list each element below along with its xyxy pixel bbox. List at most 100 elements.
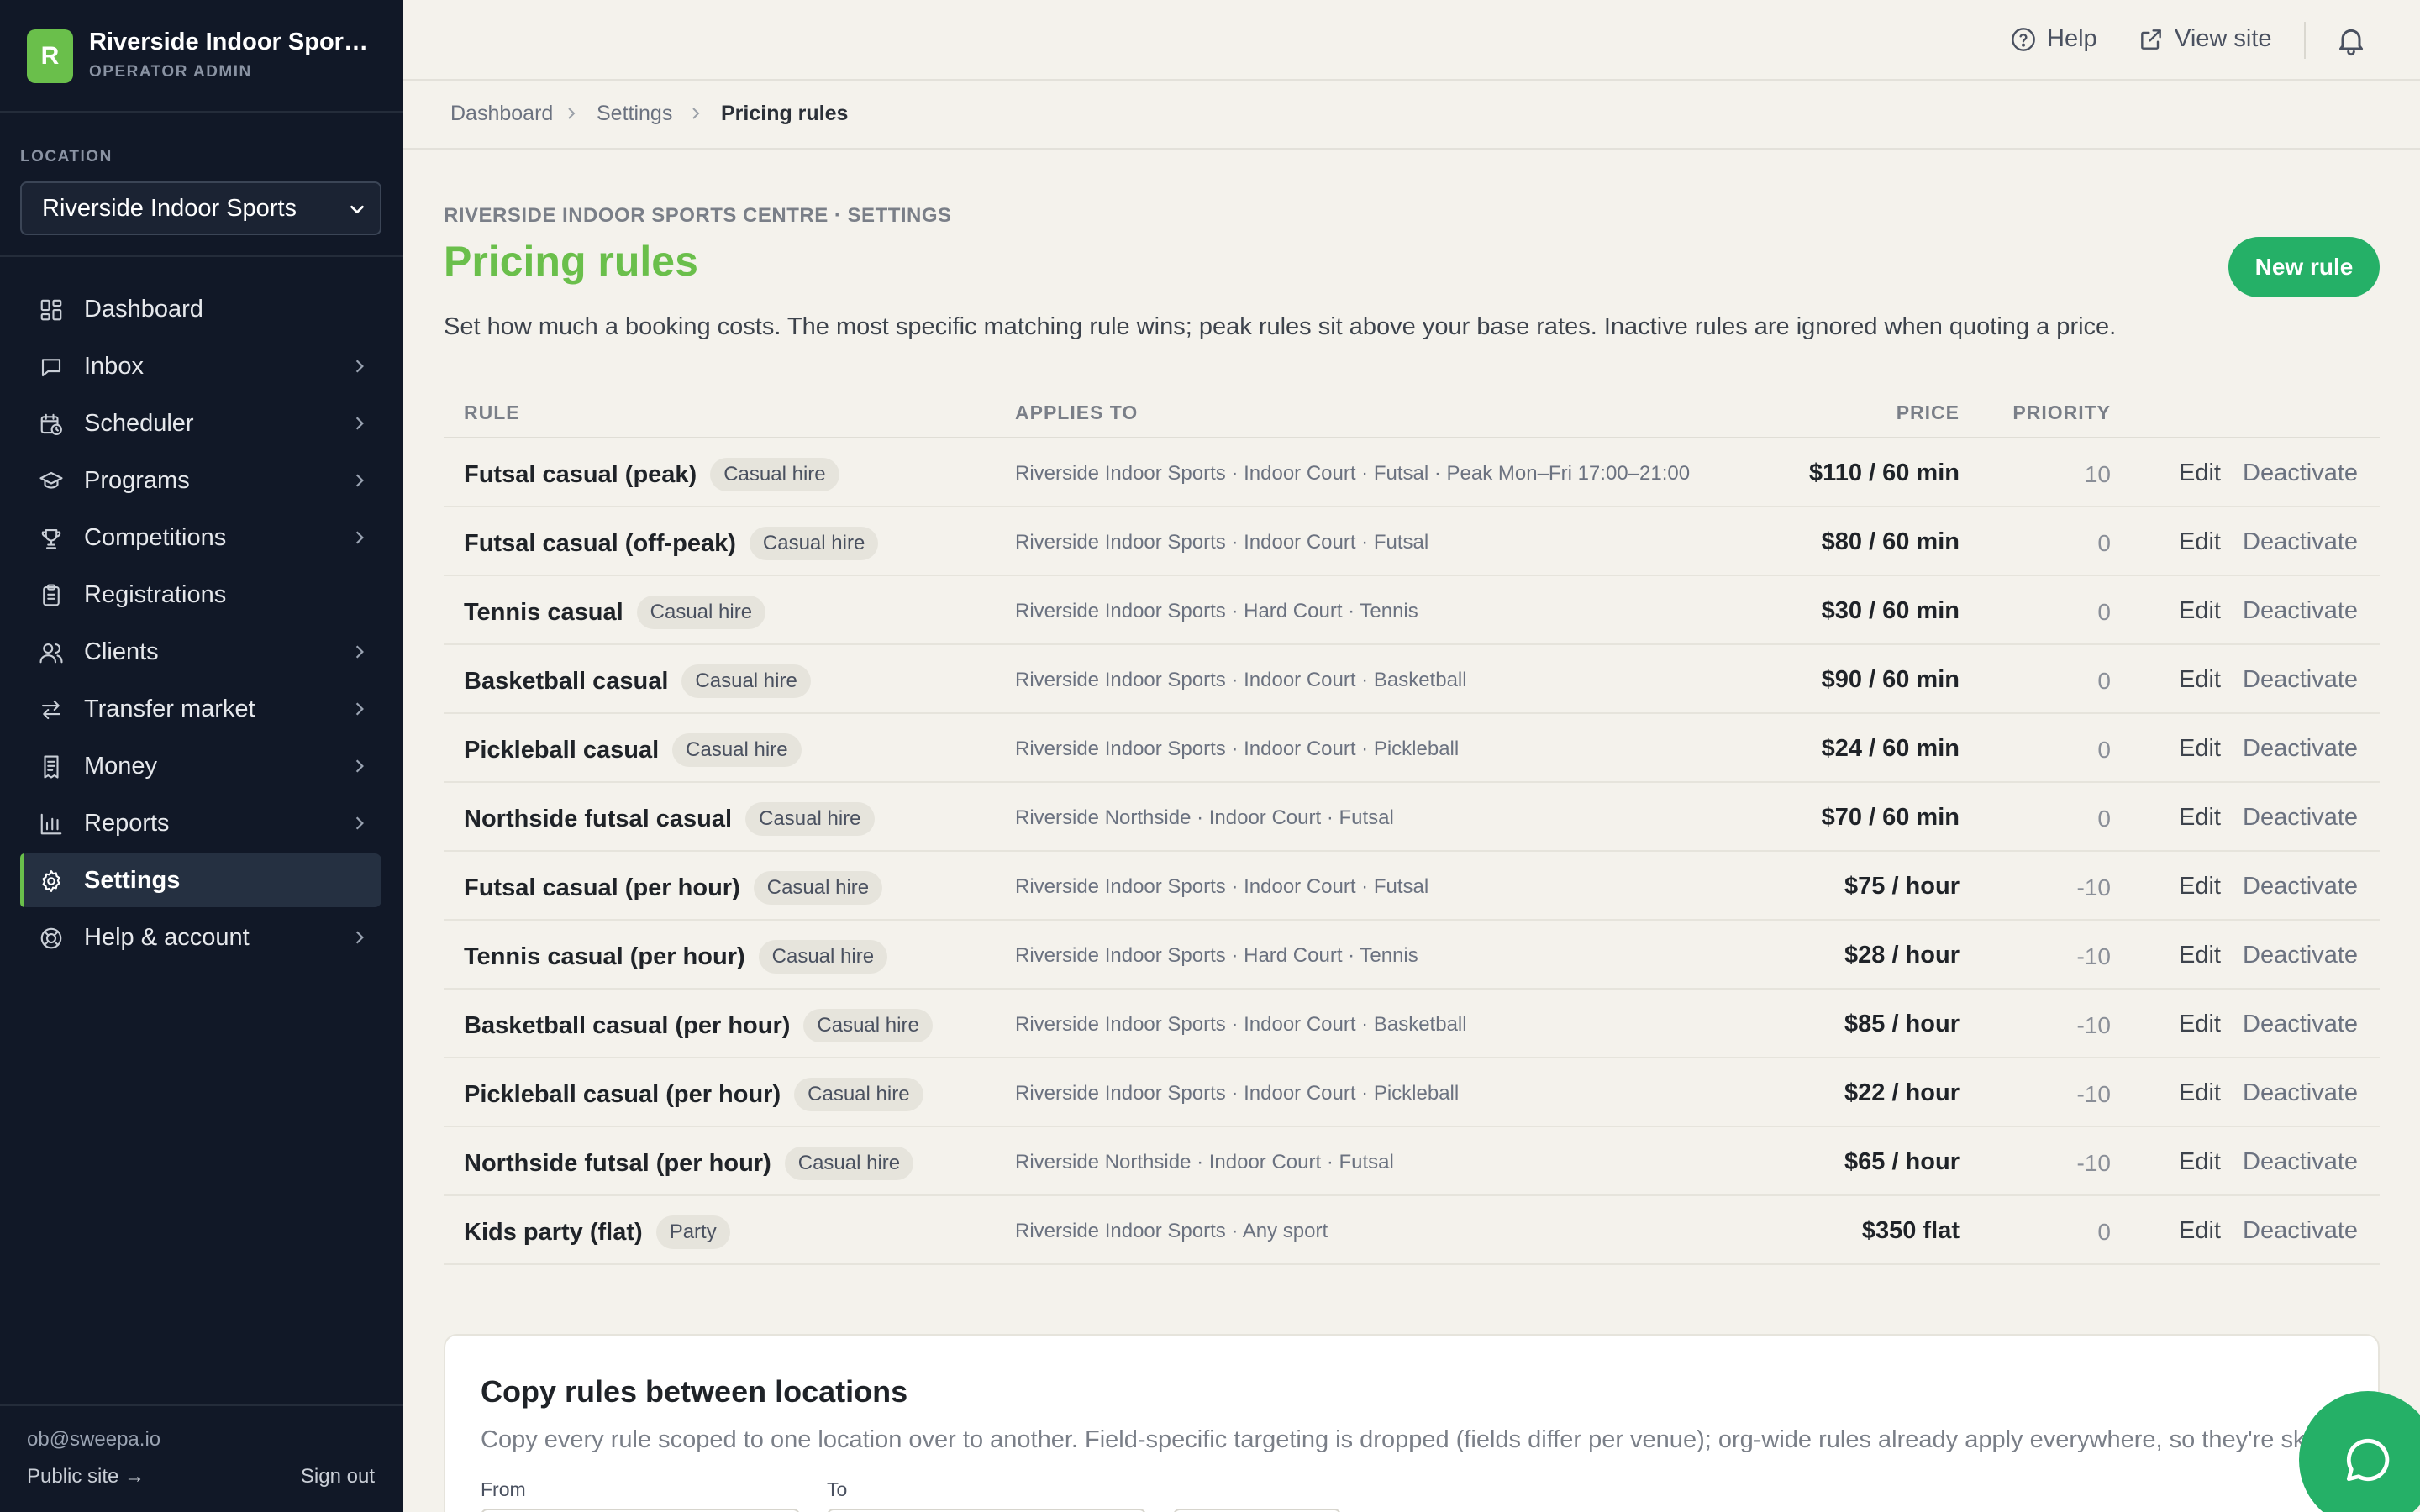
sidebar-item-inbox[interactable]: Inbox bbox=[20, 339, 381, 393]
breadcrumb-settings[interactable]: Settings bbox=[597, 102, 672, 126]
sidebar-item-scheduler[interactable]: Scheduler bbox=[20, 396, 381, 450]
topbar: Help View site bbox=[403, 0, 2420, 81]
from-location-select[interactable] bbox=[481, 1509, 800, 1512]
sidebar-item-reports[interactable]: Reports bbox=[20, 796, 381, 850]
sidebar-nav: Dashboard Inbox Scheduler Programs Competiti… bbox=[20, 282, 381, 968]
edit-rule-button[interactable]: Edit bbox=[2179, 528, 2221, 556]
edit-rule-button[interactable]: Edit bbox=[2179, 1079, 2221, 1107]
swap-arrows-icon bbox=[41, 700, 61, 720]
rule-name-cell: Futsal casual (peak) Casual hire bbox=[464, 458, 839, 491]
table-row: Tennis casual (per hour) Casual hire River… bbox=[444, 921, 2380, 990]
edit-rule-button[interactable]: Edit bbox=[2179, 459, 2221, 487]
rule-name: Tennis casual (per hour) bbox=[464, 942, 745, 970]
external-link-icon bbox=[2141, 29, 2161, 50]
bell-icon[interactable] bbox=[2334, 24, 2368, 57]
help-link[interactable]: Help bbox=[2010, 25, 2097, 53]
brand-role: OPERATOR ADMIN bbox=[89, 63, 252, 81]
rule-type-badge: Casual hire bbox=[794, 1078, 923, 1111]
rule-priority: 0 bbox=[2097, 599, 2111, 625]
deactivate-rule-button[interactable]: Deactivate bbox=[2243, 459, 2358, 487]
rule-price: $24 / 60 min bbox=[1821, 735, 1960, 762]
sidebar-item-label: Transfer market bbox=[84, 696, 255, 722]
brand-name: Riverside Indoor Sports Centre bbox=[89, 29, 375, 55]
edit-rule-button[interactable]: Edit bbox=[2179, 942, 2221, 969]
location-select[interactable]: Riverside Indoor Sports bbox=[20, 181, 381, 235]
chevron-down-icon bbox=[350, 205, 364, 214]
sidebar-item-help-account[interactable]: Help & account bbox=[20, 911, 381, 964]
rule-name-cell: Basketball casual (per hour) Casual hire bbox=[464, 1009, 933, 1042]
column-header-price: PRICE bbox=[1896, 402, 1960, 423]
sidebar-item-label: Registrations bbox=[84, 581, 227, 608]
deactivate-rule-button[interactable]: Deactivate bbox=[2243, 1011, 2358, 1038]
gear-icon bbox=[42, 870, 60, 892]
breadcrumb: Dashboard Settings Pricing rules bbox=[403, 81, 2420, 150]
sidebar-item-clients[interactable]: Clients bbox=[20, 625, 381, 679]
rule-priority: 0 bbox=[2097, 530, 2111, 556]
edit-rule-button[interactable]: Edit bbox=[2179, 666, 2221, 694]
sidebar-item-dashboard[interactable]: Dashboard bbox=[20, 282, 381, 336]
rule-applies-to: Riverside Indoor Sports · Indoor Court ·… bbox=[1015, 669, 1467, 691]
edit-rule-button[interactable]: Edit bbox=[2179, 804, 2221, 832]
rule-applies-to: Riverside Indoor Sports · Any sport bbox=[1015, 1220, 1328, 1242]
rule-priority: 0 bbox=[2097, 1219, 2111, 1245]
sidebar-item-programs[interactable]: Programs bbox=[20, 454, 381, 507]
deactivate-rule-button[interactable]: Deactivate bbox=[2243, 597, 2358, 625]
breadcrumb-dashboard[interactable]: Dashboard bbox=[450, 102, 553, 126]
sidebar-item-competitions[interactable]: Competitions bbox=[20, 511, 381, 564]
table-row: Futsal casual (per hour) Casual hire River… bbox=[444, 852, 2380, 921]
edit-rule-button[interactable]: Edit bbox=[2179, 597, 2221, 625]
rule-applies-to: Riverside Northside · Indoor Court · Fut… bbox=[1015, 806, 1394, 829]
deactivate-rule-button[interactable]: Deactivate bbox=[2243, 666, 2358, 694]
sidebar-item-transfer-market[interactable]: Transfer market bbox=[20, 682, 381, 736]
rule-name: Tennis casual bbox=[464, 598, 623, 626]
rule-price: $90 / 60 min bbox=[1821, 666, 1960, 693]
table-row: Futsal casual (peak) Casual hire Riverside… bbox=[444, 438, 2380, 507]
topbar-separator bbox=[2304, 22, 2306, 59]
deactivate-rule-button[interactable]: Deactivate bbox=[2243, 1148, 2358, 1176]
rule-name-cell: Pickleball casual Casual hire bbox=[464, 733, 802, 767]
rule-name-cell: Basketball casual Casual hire bbox=[464, 664, 811, 698]
location-label: LOCATION bbox=[20, 148, 113, 165]
deactivate-rule-button[interactable]: Deactivate bbox=[2243, 735, 2358, 763]
deactivate-rule-button[interactable]: Deactivate bbox=[2243, 942, 2358, 969]
sidebar-item-registrations[interactable]: Registrations bbox=[20, 568, 381, 622]
table-row: Pickleball casual Casual hire Riverside In… bbox=[444, 714, 2380, 783]
public-site-link[interactable]: Public site → bbox=[27, 1465, 145, 1488]
table-row: Tennis casual Casual hire Riverside Indoor… bbox=[444, 576, 2380, 645]
new-rule-button[interactable]: New rule bbox=[2228, 237, 2380, 297]
rule-name: Futsal casual (off-peak) bbox=[464, 529, 736, 557]
page-eyebrow: RIVERSIDE INDOOR SPORTS CENTRE · SETTING… bbox=[444, 204, 952, 227]
lifebuoy-icon bbox=[40, 927, 62, 949]
to-label: To bbox=[827, 1478, 848, 1500]
view-site-link[interactable]: View site bbox=[2138, 25, 2272, 53]
copy-rules-button[interactable] bbox=[1173, 1509, 1341, 1512]
sidebar-item-money[interactable]: Money bbox=[20, 739, 381, 793]
user-email: ob@sweepa.io bbox=[27, 1428, 161, 1451]
deactivate-rule-button[interactable]: Deactivate bbox=[2243, 1079, 2358, 1107]
sign-out-link[interactable]: Sign out bbox=[301, 1465, 375, 1488]
edit-rule-button[interactable]: Edit bbox=[2179, 1217, 2221, 1245]
edit-rule-button[interactable]: Edit bbox=[2179, 873, 2221, 900]
rule-priority: -10 bbox=[2076, 1081, 2111, 1107]
rule-type-badge: Casual hire bbox=[636, 596, 766, 629]
sidebar-item-label: Clients bbox=[84, 638, 159, 665]
brand-header[interactable]: R Riverside Indoor Sports Centre OPERATO… bbox=[0, 0, 403, 113]
to-location-select[interactable] bbox=[827, 1509, 1146, 1512]
deactivate-rule-button[interactable]: Deactivate bbox=[2243, 528, 2358, 556]
deactivate-rule-button[interactable]: Deactivate bbox=[2243, 873, 2358, 900]
rule-priority: -10 bbox=[2076, 1150, 2111, 1176]
rule-name: Futsal casual (per hour) bbox=[464, 874, 740, 901]
rule-priority: 0 bbox=[2097, 806, 2111, 832]
sidebar-item-settings[interactable]: Settings bbox=[20, 853, 381, 907]
deactivate-rule-button[interactable]: Deactivate bbox=[2243, 804, 2358, 832]
rule-type-badge: Casual hire bbox=[681, 664, 811, 698]
sidebar-item-label: Inbox bbox=[84, 353, 144, 380]
rule-type-badge: Casual hire bbox=[745, 802, 875, 836]
deactivate-rule-button[interactable]: Deactivate bbox=[2243, 1217, 2358, 1245]
edit-rule-button[interactable]: Edit bbox=[2179, 735, 2221, 763]
edit-rule-button[interactable]: Edit bbox=[2179, 1148, 2221, 1176]
sidebar-divider bbox=[0, 255, 403, 257]
rule-priority: 10 bbox=[2084, 461, 2111, 487]
edit-rule-button[interactable]: Edit bbox=[2179, 1011, 2221, 1038]
rule-name-cell: Pickleball casual (per hour) Casual hire bbox=[464, 1078, 923, 1111]
